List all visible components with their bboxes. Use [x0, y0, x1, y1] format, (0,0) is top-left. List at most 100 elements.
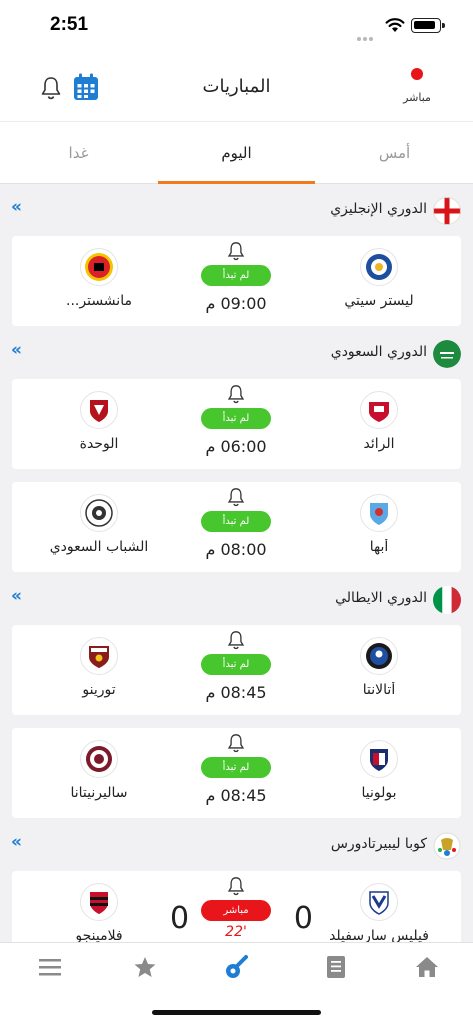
- match-card[interactable]: الرائد لم تبدأ 06:00 م الوحدة: [12, 379, 461, 469]
- status-badge: لم تبدأ: [201, 757, 271, 778]
- league-more-icon[interactable]: «: [11, 586, 22, 606]
- status-badge: لم تبدأ: [201, 265, 271, 286]
- england-flag-icon: [433, 197, 461, 225]
- match-center: لم تبدأ 08:45 م: [166, 728, 306, 805]
- home-team-name: ليستر سيتي: [344, 293, 414, 309]
- away-team-name: تورينو: [82, 682, 116, 698]
- away-team-name: مانشستر...: [66, 293, 132, 309]
- match-center: لم تبدأ 06:00 م: [166, 379, 306, 456]
- italy-flag-icon: [433, 586, 461, 614]
- menu-icon[interactable]: [36, 953, 64, 981]
- saudi-flag-icon: [433, 340, 461, 368]
- news-icon[interactable]: [322, 953, 350, 981]
- home-team: فيليس سارسفيلد: [319, 871, 439, 943]
- alshabab-logo-icon: [80, 494, 118, 532]
- away-team: الشباب السعودي: [34, 482, 164, 555]
- live-dot-icon: [411, 68, 423, 80]
- away-team-name: الوحدة: [79, 436, 119, 452]
- match-bell-icon[interactable]: [227, 875, 245, 897]
- home-team: ليستر سيتي: [319, 236, 439, 309]
- league-more-icon[interactable]: «: [11, 197, 22, 217]
- velez-logo-icon: [360, 883, 398, 921]
- league-name: الدوري الايطالي: [335, 590, 427, 606]
- league-header-italy[interactable]: الدوري الايطالي «: [0, 576, 473, 622]
- status-time: 2:51: [50, 14, 89, 35]
- home-team: أتالانتا: [319, 625, 439, 698]
- away-team: تورينو: [34, 625, 164, 698]
- kickoff-time: 08:45 م: [205, 683, 267, 702]
- status-badge: لم تبدأ: [201, 654, 271, 675]
- libertadores-logo-icon: [433, 832, 461, 860]
- status-badge: لم تبدأ: [201, 408, 271, 429]
- home-team-name: أتالانتا: [362, 682, 396, 698]
- home-team-name: بولونيا: [361, 785, 397, 801]
- app-header: المباريات مباشر: [0, 54, 473, 122]
- kickoff-time: 06:00 م: [205, 437, 267, 456]
- match-bell-icon[interactable]: [227, 732, 245, 754]
- league-name: الدوري السعودي: [330, 344, 427, 360]
- live-button[interactable]: مباشر: [397, 68, 437, 105]
- away-team-name: ساليرنيتانا: [70, 785, 128, 801]
- signal-dots-icon: [357, 26, 379, 60]
- match-center: لم تبدأ 08:45 م: [166, 625, 306, 702]
- home-team-name: الرائد: [363, 436, 395, 452]
- flamengo-logo-icon: [80, 883, 118, 921]
- kickoff-time: 08:45 م: [205, 786, 267, 805]
- home-team-name: فيليس سارسفيلد: [329, 928, 429, 943]
- live-status-badge: مباشر: [201, 900, 271, 921]
- atalanta-logo-icon: [360, 637, 398, 675]
- league-header-saudi[interactable]: الدوري السعودي «: [0, 330, 473, 376]
- tab-yesterday[interactable]: أمس: [316, 122, 473, 184]
- abha-logo-icon: [360, 494, 398, 532]
- away-team-name: الشباب السعودي: [49, 539, 149, 555]
- home-team: الرائد: [319, 379, 439, 452]
- league-more-icon[interactable]: «: [11, 340, 22, 360]
- salernitana-logo-icon: [80, 740, 118, 778]
- away-team-name: فلامينجو: [75, 928, 123, 943]
- matches-whistle-icon[interactable]: [223, 953, 251, 981]
- status-bar: 2:51: [0, 0, 473, 60]
- match-card[interactable]: أبها لم تبدأ 08:00 م الشباب السعودي: [12, 482, 461, 572]
- home-team: أبها: [319, 482, 439, 555]
- away-team: مانشستر...: [34, 236, 164, 309]
- match-bell-icon[interactable]: [227, 486, 245, 508]
- kickoff-time: 09:00 م: [205, 294, 267, 313]
- wifi-icon: [385, 18, 405, 32]
- league-name: كوبا ليبيرتادورس: [330, 836, 427, 852]
- away-score: 0: [170, 901, 190, 936]
- away-team: فلامينجو: [34, 871, 164, 943]
- match-center: لم تبدأ 08:00 م: [166, 482, 306, 559]
- home-team-name: أبها: [369, 539, 389, 555]
- match-bell-icon[interactable]: [227, 383, 245, 405]
- kickoff-time: 08:00 م: [205, 540, 267, 559]
- league-header-england[interactable]: الدوري الإنجليزي «: [0, 187, 473, 233]
- date-tabs: أمس اليوم غدا: [0, 122, 473, 184]
- home-indicator: [0, 990, 473, 1024]
- match-card[interactable]: أتالانتا لم تبدأ 08:45 م تورينو: [12, 625, 461, 715]
- torino-logo-icon: [80, 637, 118, 675]
- man-united-logo-icon: [80, 248, 118, 286]
- bologna-logo-icon: [360, 740, 398, 778]
- home-icon[interactable]: [413, 953, 441, 981]
- tab-tomorrow[interactable]: غدا: [0, 122, 157, 184]
- alwehda-logo-icon: [80, 391, 118, 429]
- match-card[interactable]: بولونيا لم تبدأ 08:45 م ساليرنيتانا: [12, 728, 461, 818]
- home-team: بولونيا: [319, 728, 439, 801]
- match-card[interactable]: فيليس سارسفيلد 0 مباشر 22' 0 فلامينجو: [12, 871, 461, 943]
- match-center: لم تبدأ 09:00 م: [166, 236, 306, 313]
- away-team: الوحدة: [34, 379, 164, 452]
- live-label: مباشر: [403, 91, 431, 104]
- league-more-icon[interactable]: «: [11, 832, 22, 852]
- match-bell-icon[interactable]: [227, 240, 245, 262]
- match-card[interactable]: ليستر سيتي لم تبدأ 09:00 م مانشستر...: [12, 236, 461, 326]
- league-name: الدوري الإنجليزي: [330, 201, 427, 217]
- bottom-navigation: [0, 942, 473, 990]
- league-header-libertadores[interactable]: كوبا ليبيرتادورس «: [0, 822, 473, 868]
- leicester-logo-icon: [360, 248, 398, 286]
- away-team: ساليرنيتانا: [34, 728, 164, 801]
- favorites-star-icon[interactable]: [131, 953, 159, 981]
- status-badge: لم تبدأ: [201, 511, 271, 532]
- battery-icon: [411, 18, 445, 33]
- tab-today[interactable]: اليوم: [158, 122, 315, 184]
- match-bell-icon[interactable]: [227, 629, 245, 651]
